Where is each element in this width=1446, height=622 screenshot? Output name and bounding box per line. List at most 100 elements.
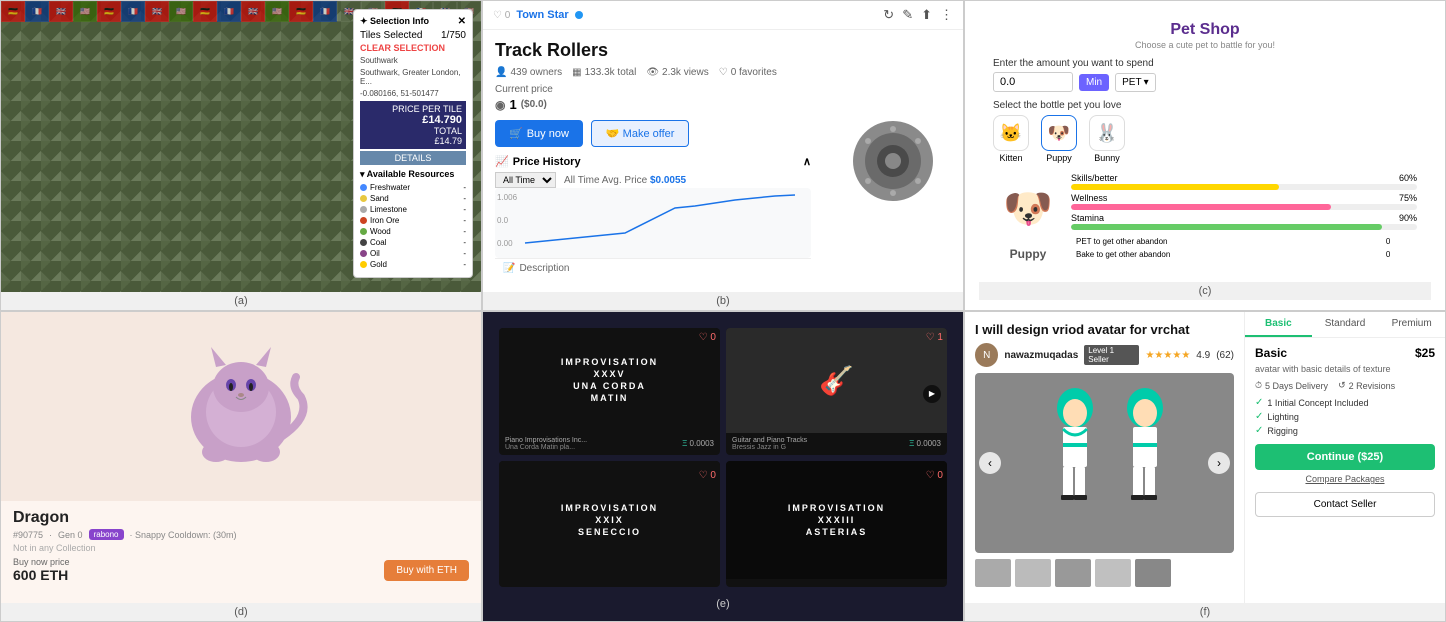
flag-cell: 🇩🇪 [193,1,217,22]
album-sub2-1: MATIN [591,393,629,403]
pet-option-puppy[interactable]: 🐶 Puppy [1041,115,1077,163]
abandon-table: PET to get other abandon 0 Bake to get o… [1071,234,1417,262]
tiles-selected-value: 1/750 [441,30,466,41]
pet-option-bunny[interactable]: 🐰 Bunny [1089,115,1125,163]
more-icon[interactable]: ⋮ [940,7,953,23]
edit-icon[interactable]: ✎ [902,7,913,23]
handshake-icon: 🤝 [606,128,620,140]
plan-price: $25 [1415,346,1435,360]
stat-bar-wellness: Wellness 75% [1071,193,1417,210]
seller-avatar: N [975,343,998,367]
price-history-title-row: 📈 Price History [495,155,581,168]
resource-limestone: Limestone - [360,205,466,214]
resource-freshwater: Freshwater - [360,183,466,192]
resource-name-gold: Gold [370,260,463,269]
avatar-thumb-2[interactable] [1015,559,1051,587]
nft-title: Dragon [13,509,469,527]
close-icon[interactable]: ✕ [458,16,466,27]
kitten-icon-wrapper: 🐱 [993,115,1029,151]
resource-action-oil[interactable]: - [463,249,466,258]
panel-c: Pet Shop Choose a cute pet to battle for… [964,0,1446,311]
heart-icon-2[interactable]: ♡ 1 [926,332,943,343]
bunny-icon-wrapper: 🐰 [1089,115,1125,151]
description-label: Description [519,263,569,274]
music-card-3-info [499,579,720,587]
gig-title: I will design vriod avatar for vrchat [975,322,1234,337]
resource-action-coal[interactable]: - [463,238,466,247]
album-num-4: XXXIII [818,515,856,525]
contact-seller-button[interactable]: Contact Seller [1255,492,1435,517]
avatar-next-button[interactable]: › [1208,452,1230,474]
panel-b-content: Track Rollers 👤 439 owners ▦ 133.3k tota… [483,30,963,291]
verified-icon [575,11,583,19]
person-icon: 👤 [495,67,507,78]
eye-icon: 👁 [646,67,659,78]
compare-packages-link[interactable]: Compare Packages [1255,474,1435,484]
price-usd: ($0.0) [521,99,547,110]
pet-option-kitten[interactable]: 🐱 Kitten [993,115,1029,163]
pet-dropdown[interactable]: PET ▾ [1115,73,1155,92]
plan-description: avatar with basic details of texture [1255,364,1435,374]
resource-action-gold[interactable]: - [463,260,466,269]
amount-input[interactable] [993,72,1073,92]
tab-standard[interactable]: Standard [1312,312,1379,337]
flag-cell: 🇩🇪 [1,1,25,22]
resource-action-sand[interactable]: - [463,194,466,203]
music-card-4-info [726,579,947,587]
resource-action-limestone[interactable]: - [463,205,466,214]
time-range-select[interactable]: All Time [495,172,556,188]
dragon-artwork [1,312,481,501]
feature-1: ✓ 1 Initial Concept Included [1255,397,1435,408]
panel-f: I will design vriod avatar for vrchat N … [964,311,1446,622]
continue-button[interactable]: Continue ($25) [1255,444,1435,470]
gen-label: Gen 0 [58,530,83,540]
make-offer-button[interactable]: 🤝 Make offer [591,120,690,147]
nft-id: #90775 [13,530,43,540]
details-button[interactable]: DETAILS [360,151,466,165]
seller-name[interactable]: nawazmuqadas [1004,350,1078,361]
pricing-content: Basic $25 avatar with basic details of t… [1245,338,1445,525]
clear-selection-button[interactable]: CLEAR SELECTION [360,43,466,53]
tab-premium[interactable]: Premium [1378,312,1445,337]
artist-info-1: Piano Improvisations Inc... Una Corda Ma… [505,437,587,451]
chart-controls: All Time All Time Avg. Price $0.0055 [495,172,811,188]
resource-action-iron-ore[interactable]: - [463,216,466,225]
resource-gold: Gold - [360,260,466,269]
heart-icon-4[interactable]: ♡ 0 [926,470,943,481]
tab-basic[interactable]: Basic [1245,312,1312,337]
buy-now-button[interactable]: 🛒 Buy now [495,120,583,147]
plan-name: Basic [1255,346,1287,360]
musician-emoji: 🎸 [819,364,854,397]
avatar-thumb-1[interactable] [975,559,1011,587]
avatar-prev-button[interactable]: ‹ [979,452,1001,474]
track-roller-image [843,111,943,211]
coordinates: -0.080166, 51-501477 [360,89,466,98]
resource-dot-iron-ore [360,217,367,224]
avatar-thumb-3[interactable] [1055,559,1091,587]
min-button[interactable]: Min [1079,74,1109,91]
collapse-icon[interactable]: ∧ [803,155,811,168]
avatar-thumb-4[interactable] [1095,559,1131,587]
tiles-selected-label: Tiles Selected [360,30,422,41]
play-icon-2[interactable]: ▶ [923,385,941,403]
album-title-4: IMPROVISATION [788,503,885,513]
refresh-icon[interactable]: ↻ [883,7,894,23]
resource-dot-sand [360,195,367,202]
resource-action-freshwater[interactable]: - [463,183,466,192]
artist-name-1: Piano Improvisations Inc... [505,437,587,444]
avatar-thumb-5[interactable] [1135,559,1171,587]
heart-icon-1[interactable]: ♡ 0 [699,332,716,343]
resource-name-limestone: Limestone [370,205,463,214]
store-name[interactable]: Town Star [516,9,568,21]
share-icon[interactable]: ⬆ [921,7,932,23]
tiles-selected-row: Tiles Selected 1/750 [360,30,466,41]
heart-icon-3[interactable]: ♡ 0 [699,470,716,481]
resource-sand: Sand - [360,194,466,203]
check-icon-3: ✓ [1255,425,1263,436]
resource-name-coal: Coal [370,238,463,247]
heart-count: ♡ 0 [493,10,510,21]
buy-eth-button[interactable]: Buy with ETH [384,560,469,581]
resource-name-iron-ore: Iron Ore [370,216,463,225]
music-card-2-info: Guitar and Piano Tracks Bressis Jazz in … [726,433,947,455]
resource-action-wood[interactable]: - [463,227,466,236]
